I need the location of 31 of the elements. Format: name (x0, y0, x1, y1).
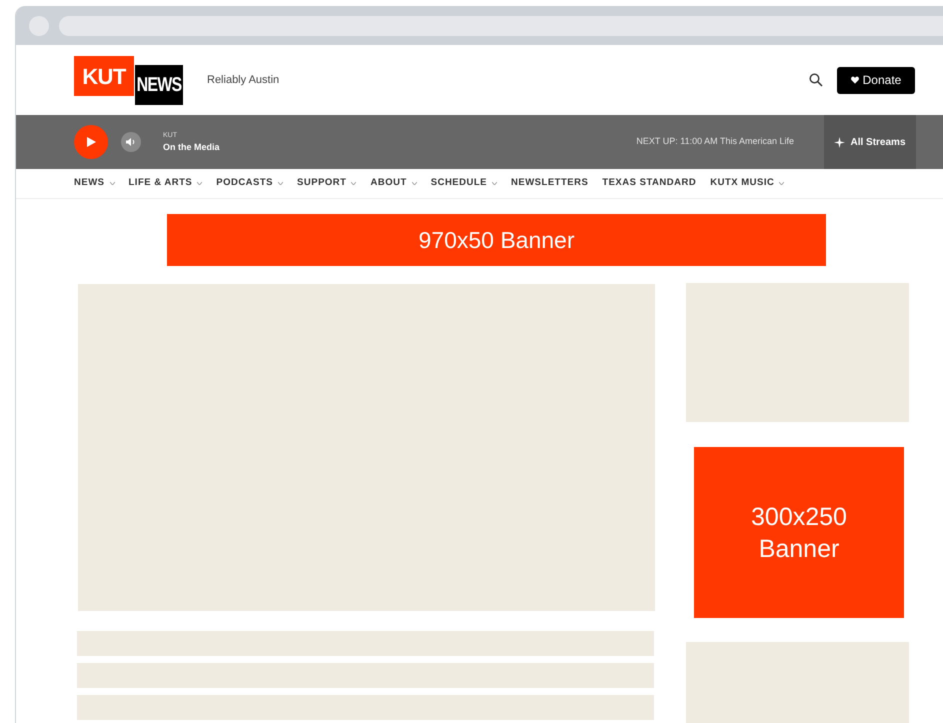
heart-icon (850, 76, 859, 84)
ad-banner[interactable]: 970x50 Banner (167, 214, 826, 266)
chevron-down-icon (110, 182, 114, 185)
nav-item[interactable]: SUPPORT (297, 176, 356, 191)
chevron-down-icon (779, 182, 784, 185)
nav-item[interactable]: KUTX MUSIC (710, 176, 784, 191)
nav-item[interactable]: TEXAS STANDARD (602, 176, 696, 191)
site-logo[interactable]: KUT NEWS (74, 56, 190, 106)
chevron-down-icon (351, 182, 356, 185)
nav-item[interactable]: LIFE & ARTS (128, 176, 202, 191)
chevron-down-icon (197, 182, 202, 185)
sparkle-icon (834, 136, 846, 148)
chevron-down-icon (412, 182, 417, 185)
nav-item[interactable]: SCHEDULE (430, 176, 498, 191)
next-up-text: NEXT UP: 11:00 AM This American Life (636, 135, 794, 148)
chevron-down-icon (278, 182, 284, 185)
nav-item[interactable]: ABOUT (370, 176, 417, 191)
ad-banner[interactable]: 300x250 Banner (694, 447, 904, 618)
all-streams-button[interactable]: All Streams (824, 115, 916, 169)
volume-button[interactable] (121, 132, 141, 152)
nav-item[interactable]: NEWSLETTERS (511, 176, 588, 191)
chevron-down-icon (492, 182, 498, 185)
show-title: On the Media (163, 140, 220, 154)
donate-button[interactable]: Donate (837, 66, 915, 94)
play-icon (86, 137, 96, 147)
nav-item[interactable]: NEWS (74, 176, 114, 191)
nav-item[interactable]: PODCASTS (216, 176, 284, 191)
play-button[interactable] (74, 125, 108, 159)
speaker-icon (126, 138, 136, 146)
tagline: Reliably Austin (207, 72, 280, 88)
search-icon[interactable] (809, 73, 823, 87)
